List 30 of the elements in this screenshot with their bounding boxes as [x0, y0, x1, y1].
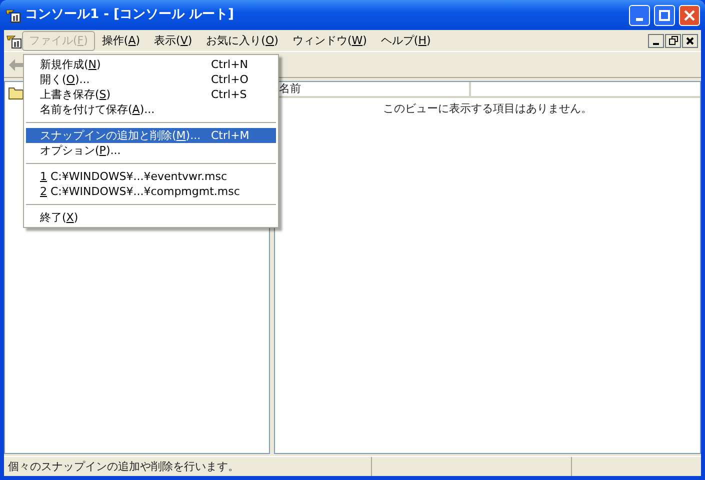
- window-title: コンソール1 - [コンソール ルート]: [25, 6, 235, 24]
- menu-item[interactable]: オプション(P)...: [26, 143, 276, 158]
- close-icon: [686, 36, 694, 44]
- menu-item[interactable]: 表示(V): [147, 30, 200, 50]
- menu-item[interactable]: 1 C:¥WINDOWS¥...¥eventvwr.msc: [26, 169, 276, 184]
- folder-icon: [8, 86, 24, 100]
- status-text: 個々のスナップインの追加や削除を行います。: [4, 457, 372, 476]
- menu-item[interactable]: 新規作成(N) Ctrl+N: [26, 57, 276, 72]
- close-button[interactable]: [682, 34, 698, 48]
- menu-item[interactable]: お気に入り(O): [199, 30, 286, 50]
- menu-item[interactable]: スナップインの追加と削除(M)... Ctrl+M: [26, 128, 276, 143]
- empty-message: このビューに表示する項目はありません。: [383, 102, 592, 115]
- maximize-icon: [659, 10, 670, 20]
- menu-item[interactable]: ウィンドウ(W): [285, 30, 374, 50]
- menu-item[interactable]: ヘルプ(H): [374, 30, 438, 50]
- restore-icon: [668, 36, 678, 45]
- minimize-button[interactable]: [648, 34, 664, 48]
- menu-item[interactable]: 終了(X): [26, 210, 276, 225]
- menu-item[interactable]: 名前を付けて保存(A)...: [26, 102, 276, 117]
- menu-item[interactable]: 操作(A): [94, 30, 148, 50]
- menu-item[interactable]: 2 C:¥WINDOWS¥...¥compmgmt.msc: [26, 184, 276, 199]
- menu-item[interactable]: 上書き保存(S) Ctrl+S: [26, 87, 276, 102]
- console-icon: [5, 7, 21, 23]
- close-icon: [684, 10, 695, 20]
- minimize-icon: [636, 18, 643, 20]
- menu-item[interactable]: 開く(O)... Ctrl+O: [26, 72, 276, 87]
- maximize-button[interactable]: [654, 4, 675, 26]
- restore-button[interactable]: [665, 34, 682, 48]
- minimize-icon: [653, 42, 660, 44]
- console-icon[interactable]: [6, 32, 22, 48]
